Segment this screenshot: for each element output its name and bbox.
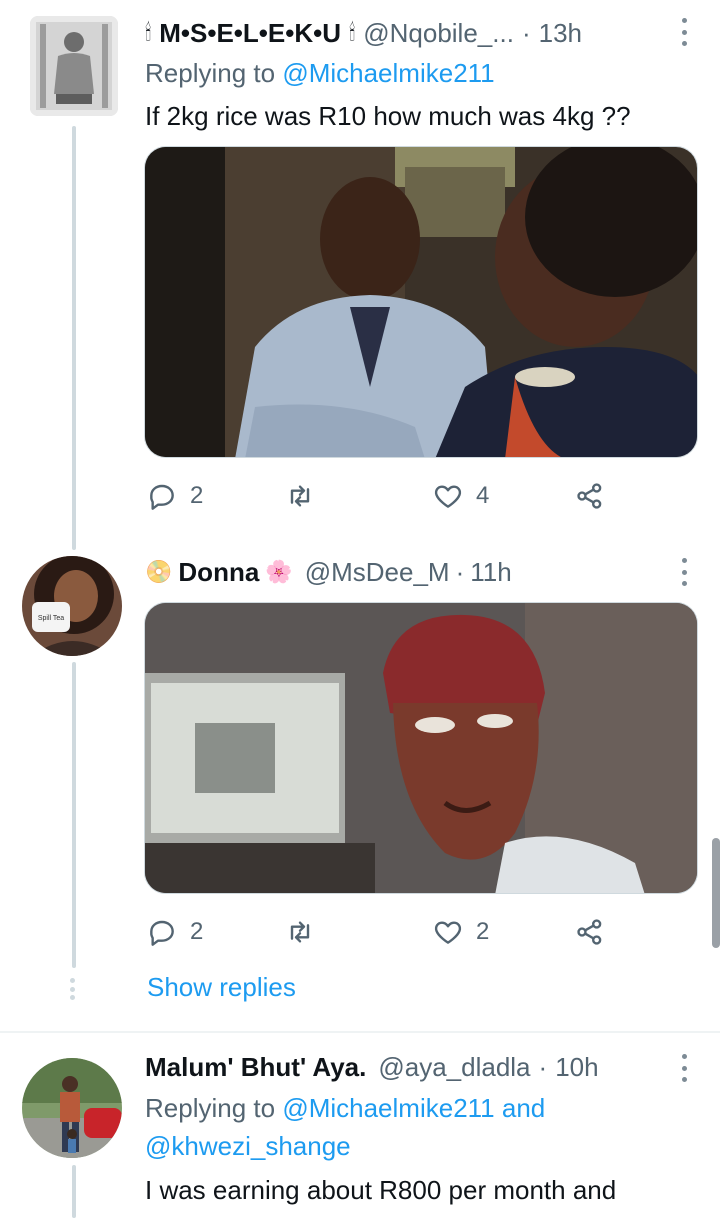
user-handle[interactable]: @aya_dladla [378,1052,530,1083]
tweet-actions: 2 4 [144,476,614,516]
avatar[interactable] [30,16,118,116]
mention-link[interactable]: @khwezi_shange [145,1131,351,1161]
retweet-button[interactable] [284,912,328,952]
thread-line [72,1165,76,1218]
tweet-photo [145,603,697,893]
mention-link[interactable]: @Michaelmike211 [282,1093,494,1123]
dvd-icon: 📀 [145,559,173,584]
like-button[interactable]: 4 [432,476,489,516]
candle-icon: 🕯 [145,20,152,45]
replying-joiner: and [501,1093,546,1123]
avatar[interactable] [22,1058,122,1158]
more-options-icon[interactable] [678,558,690,586]
share-icon [577,483,602,509]
separator-dot: · [538,1051,548,1082]
avatar[interactable]: Spill Tea [22,556,122,656]
more-options-icon[interactable] [678,18,690,46]
like-button[interactable]: 2 [432,912,489,952]
share-icon [577,919,602,945]
avatar-photo [30,16,118,116]
tweet-header: Malum' Bhut' Aya. @aya_dladla · 10h [145,1050,650,1084]
mug-text: Spill Tea [38,615,64,622]
avatar-photo [22,1058,122,1158]
replying-label: Replying to [145,58,276,88]
like-count: 2 [476,918,490,945]
like-count: 4 [476,482,490,509]
avatar-photo: Spill Tea [22,556,122,656]
tweet-header: 📀 Donna 🌸 @MsDee_M · 11h [145,555,650,589]
thread-continuation-icon [70,978,76,1000]
heart-icon [434,921,462,944]
more-options-icon[interactable] [678,1054,690,1082]
tweet-text: I was earning about R800 per month and [145,1175,617,1205]
separator-dot: · [455,556,465,587]
mention-link[interactable]: @Michaelmike211 [282,58,494,88]
timestamp[interactable]: 13h [539,18,582,49]
retweet-icon [290,485,310,507]
timestamp[interactable]: 10h [555,1052,598,1083]
show-replies-link[interactable]: Show replies [147,972,296,1003]
tweet-image[interactable] [144,602,698,894]
retweet-button[interactable] [284,476,328,516]
candle-icon: 🕯 [348,20,356,45]
display-name[interactable]: Malum' Bhut' Aya. [145,1052,366,1083]
reply-button[interactable]: 2 [146,912,203,952]
tweet-text: If 2kg rice was R10 how much was 4kg ?? [145,101,631,131]
thread-line [72,126,76,550]
tweet-image[interactable] [144,146,698,458]
separator-dot: · [521,17,531,48]
tweet-photo [145,147,697,457]
scrollbar[interactable] [712,838,720,948]
flower-icon: 🌸 [265,559,293,584]
display-name[interactable]: M•S•E•L•E•K•U [159,18,341,49]
share-button[interactable] [574,912,606,952]
tweet-header: 🕯 M•S•E•L•E•K•U 🕯 @Nqobile_... · 13h [145,16,650,50]
share-button[interactable] [574,476,606,516]
tweet-actions: 2 2 [144,912,614,952]
user-handle[interactable]: @MsDee_M [305,557,450,588]
divider [0,1031,720,1033]
replying-label: Replying to [145,1093,276,1123]
replying-to: Replying to @Michaelmike211 and @khwezi_… [145,1089,700,1165]
replying-to: Replying to @Michaelmike211 [145,54,700,92]
thread-line [72,662,76,968]
reply-button[interactable]: 2 [146,476,203,516]
display-name[interactable]: Donna [178,557,259,588]
heart-icon [434,485,462,508]
reply-icon [150,920,174,946]
reply-count: 2 [190,918,204,945]
reply-count: 2 [190,482,204,509]
timestamp[interactable]: 11h [470,557,511,588]
reply-icon [150,484,174,510]
user-handle[interactable]: @Nqobile_... [363,18,514,49]
retweet-icon [290,921,310,943]
